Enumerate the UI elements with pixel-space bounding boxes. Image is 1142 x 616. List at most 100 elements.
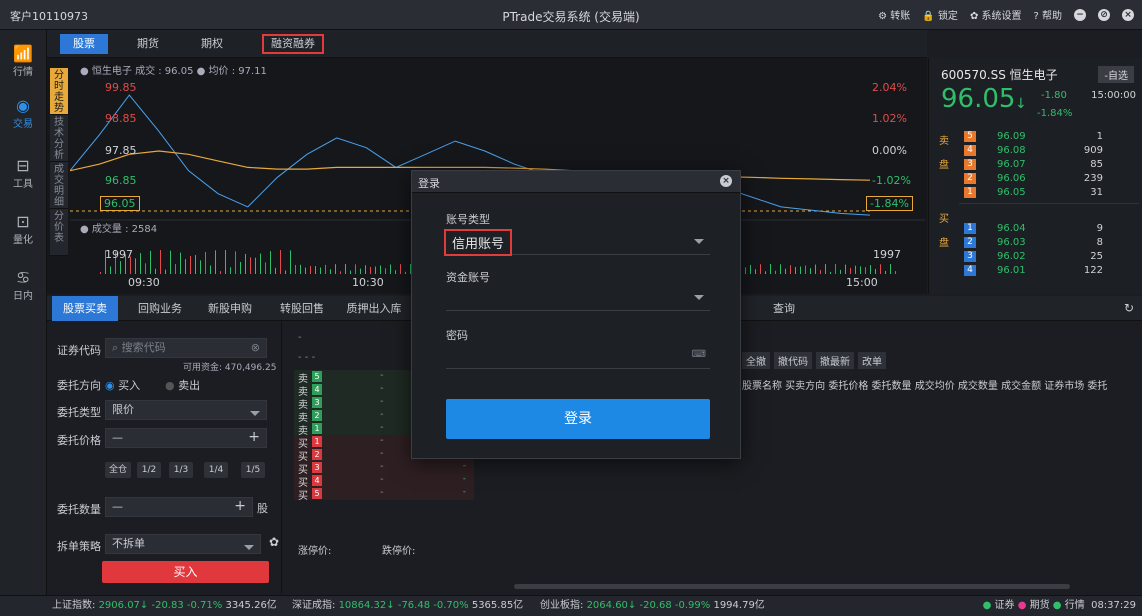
order-actions: 全撤 撤代码 撤最新 改单 (742, 352, 886, 369)
refresh-icon[interactable]: ↻ (1124, 301, 1134, 315)
modify-order-button[interactable]: 改单 (858, 352, 886, 369)
close-icon[interactable]: × (720, 175, 732, 187)
tab-futures[interactable]: 期货 (124, 34, 172, 54)
level-number: 2 (964, 237, 976, 248)
volume-legend: ● 成交量 : 2584 (80, 224, 158, 235)
tab-convert[interactable]: 转股回售 (269, 296, 335, 321)
nav-quant[interactable]: ⊡ 量化 (0, 206, 46, 254)
add-favorite-button[interactable]: -自选 (1098, 66, 1134, 83)
clear-icon[interactable]: ⊗ (251, 339, 260, 357)
help-button[interactable]: ? 帮助 (1034, 7, 1063, 22)
level-price: - (380, 461, 384, 472)
quote-level[interactable]: 2 96.06 239 (929, 172, 1142, 186)
direction-buy-radio[interactable]: ◉ 买入 (105, 377, 140, 393)
quote-level[interactable]: 4 96.08 909 (929, 144, 1142, 158)
tab-query[interactable]: 查询 (759, 296, 809, 321)
volume-bar (305, 267, 306, 274)
split-strategy-select[interactable]: 不拆单 (105, 534, 261, 554)
tab-price-table[interactable]: 分价表 (50, 209, 68, 256)
tab-stock-trade[interactable]: 股票买卖 (52, 296, 118, 321)
volume-bar (330, 269, 331, 274)
book-row[interactable]: 买4-- (294, 474, 474, 489)
tab-options[interactable]: 期权 (188, 34, 236, 54)
quote-level[interactable]: 2 96.03 8 (929, 236, 1142, 250)
order-type-select[interactable]: 限价 (105, 400, 267, 420)
quote-level[interactable]: 3 96.07 85 (929, 158, 1142, 172)
tab-ipo[interactable]: 新股申购 (197, 296, 263, 321)
book-row[interactable]: 买5 - - (294, 487, 474, 502)
minimize-icon[interactable]: − (1074, 8, 1086, 21)
quote-level[interactable]: 1 96.04 9 (929, 222, 1142, 236)
available-funds: 可用资金: 470,496.25 (183, 363, 277, 373)
fund-account-label: 资金账号 (446, 271, 490, 284)
volume-bar (230, 267, 231, 274)
direction-sell-radio[interactable]: ● 卖出 (165, 377, 200, 393)
plus-icon[interactable]: + (234, 498, 246, 514)
quantity-stepper[interactable]: — + (105, 497, 253, 517)
level-volume: 25 (1090, 251, 1103, 262)
tab-stock[interactable]: 股票 (60, 34, 108, 54)
volume-bar (350, 270, 351, 274)
volume-bar (785, 268, 786, 274)
tab-trade-detail[interactable]: 成交明细 (50, 162, 68, 209)
volume-bar (145, 263, 146, 274)
fraction-all[interactable]: 全仓 (105, 462, 131, 478)
tab-technical[interactable]: 技术分析 (50, 115, 68, 162)
quote-time: 15:00:00 (1091, 90, 1136, 101)
keyboard-icon[interactable]: ⌨ (692, 349, 706, 360)
book-dash: - (298, 332, 302, 343)
volume-bar (320, 267, 321, 274)
fraction-half[interactable]: 1/2 (137, 462, 161, 478)
dialog-header: 登录 × (412, 171, 740, 193)
code-search-input[interactable]: ⌕ 搜索代码 ⊗ (105, 338, 267, 358)
intraday-icon: ♋ (15, 268, 31, 287)
transfer-button[interactable]: ⚙ 转账 (878, 7, 910, 22)
nav-tools[interactable]: ⊟ 工具 (0, 150, 46, 198)
cancel-all-button[interactable]: 全撤 (742, 352, 770, 369)
volume-bar (870, 265, 871, 274)
volume-bar (195, 254, 196, 274)
nav-trade[interactable]: ◉ 交易 (0, 90, 46, 138)
quote-level[interactable]: 3 96.02 25 (929, 250, 1142, 264)
book-row[interactable]: 买3-- (294, 461, 474, 476)
order-form: 证券代码 ⌕ 搜索代码 ⊗ 可用资金: 470,496.25 委托方向 ◉ 买入 … (47, 322, 282, 594)
fraction-fifth[interactable]: 1/5 (241, 462, 265, 478)
volume-bar (890, 264, 891, 274)
toolbox-icon: ⊟ (16, 156, 30, 175)
password-input[interactable]: ⌨ (446, 343, 710, 369)
fraction-third[interactable]: 1/3 (169, 462, 193, 478)
buy-button[interactable]: 买入 (102, 561, 269, 583)
login-button[interactable]: 登录 (446, 399, 710, 439)
lock-button[interactable]: 🔒 锁定 (922, 7, 958, 22)
fund-account-select[interactable] (446, 285, 710, 311)
tab-pledge[interactable]: 质押出入库 (339, 296, 409, 321)
horizontal-scrollbar[interactable] (514, 584, 1070, 589)
fraction-quarter[interactable]: 1/4 (204, 462, 228, 478)
nav-market[interactable]: 📶 行情 (0, 38, 46, 86)
quote-level[interactable]: 5 96.09 1 (929, 130, 1142, 144)
plus-icon[interactable]: + (248, 429, 260, 445)
tab-repo[interactable]: 回购业务 (127, 296, 193, 321)
volume-bar (880, 264, 881, 274)
quote-level[interactable]: 1 96.05 31 (929, 186, 1142, 200)
account-type-select[interactable]: 信用账号 (444, 229, 710, 256)
tab-margin-trading[interactable]: 融资融券 (262, 34, 324, 54)
price-stepper[interactable]: — + (105, 428, 267, 448)
code-label: 证券代码 (57, 344, 101, 357)
cancel-latest-button[interactable]: 撤最新 (816, 352, 854, 369)
quote-level[interactable]: 4 96.01 122 (929, 264, 1142, 278)
nav-intraday[interactable]: ♋ 日内 (0, 262, 46, 310)
gear-icon[interactable]: ✿ (269, 535, 279, 549)
time-tick: 09:30 (128, 276, 160, 289)
volume-bar (245, 253, 246, 274)
settings-button[interactable]: ✿ 系统设置 (970, 7, 1022, 22)
level-price: 96.07 (997, 159, 1026, 170)
cancel-by-code-button[interactable]: 撤代码 (774, 352, 812, 369)
tab-timeshare[interactable]: 分时走势 (50, 68, 68, 115)
volume-bar (280, 250, 281, 274)
account-type-label: 账号类型 (446, 213, 490, 226)
level-number: 4 (964, 145, 976, 156)
restore-icon[interactable]: ⊘ (1098, 8, 1110, 21)
level-number: 1 (964, 223, 976, 234)
close-icon[interactable]: × (1122, 8, 1134, 21)
